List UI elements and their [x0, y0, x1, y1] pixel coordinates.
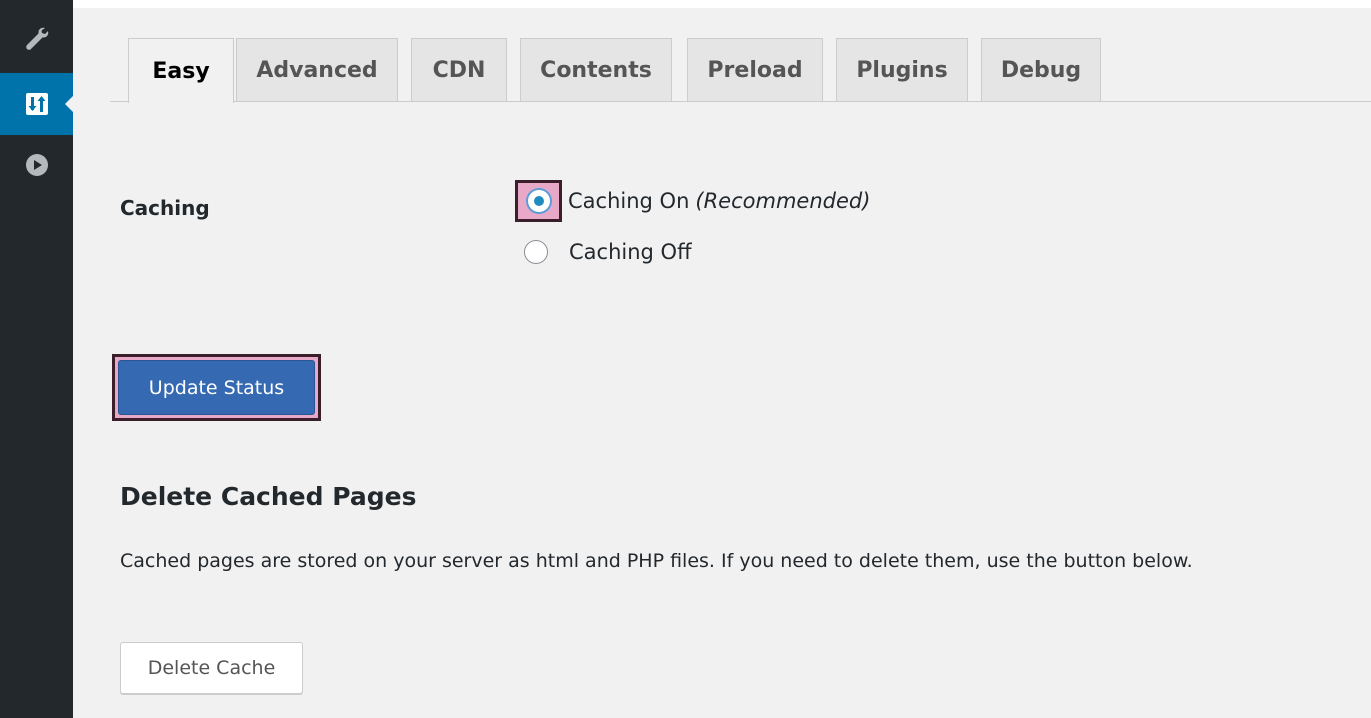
- tab-cdn[interactable]: CDN: [411, 38, 507, 101]
- delete-cached-pages-description: Cached pages are stored on your server a…: [120, 550, 1193, 572]
- admin-sidebar: [0, 0, 73, 718]
- wrench-icon: [26, 27, 49, 50]
- caching-on-option[interactable]: Caching On (Recommended): [515, 180, 870, 222]
- update-status-button[interactable]: Update Status: [118, 360, 315, 415]
- tab-easy[interactable]: Easy: [128, 38, 234, 103]
- tab-advanced[interactable]: Advanced: [236, 38, 398, 101]
- tab-debug[interactable]: Debug: [981, 38, 1101, 101]
- focus-highlight: [515, 180, 562, 222]
- sidebar-item-settings[interactable]: [0, 73, 73, 135]
- tab-contents[interactable]: Contents: [520, 38, 672, 101]
- caching-on-radio[interactable]: [526, 189, 551, 213]
- tab-preload[interactable]: Preload: [687, 38, 823, 101]
- sidebar-item-tools[interactable]: [0, 14, 73, 66]
- sidebar-item-media[interactable]: [0, 140, 73, 192]
- tab-bar: Easy Advanced CDN Contents Preload Plugi…: [110, 37, 1371, 103]
- top-strip: [73, 0, 1371, 8]
- delete-cache-button[interactable]: Delete Cache: [120, 642, 303, 694]
- caching-label: Caching: [120, 196, 210, 220]
- settings-sliders-icon: [26, 93, 48, 115]
- caching-off-label: Caching Off: [569, 240, 692, 264]
- caching-off-option[interactable]: Caching Off: [524, 240, 692, 264]
- active-caret: [65, 96, 73, 112]
- caching-on-label: Caching On: [568, 189, 690, 213]
- tab-plugins[interactable]: Plugins: [836, 38, 968, 101]
- tab-bar-divider: [110, 101, 1371, 102]
- radio-dot: [533, 196, 544, 206]
- recommended-note: (Recommended): [695, 189, 871, 213]
- update-button-focus: Update Status: [112, 354, 321, 421]
- delete-cached-pages-heading: Delete Cached Pages: [120, 482, 417, 511]
- caching-off-radio[interactable]: [524, 240, 548, 264]
- play-icon: [26, 154, 48, 176]
